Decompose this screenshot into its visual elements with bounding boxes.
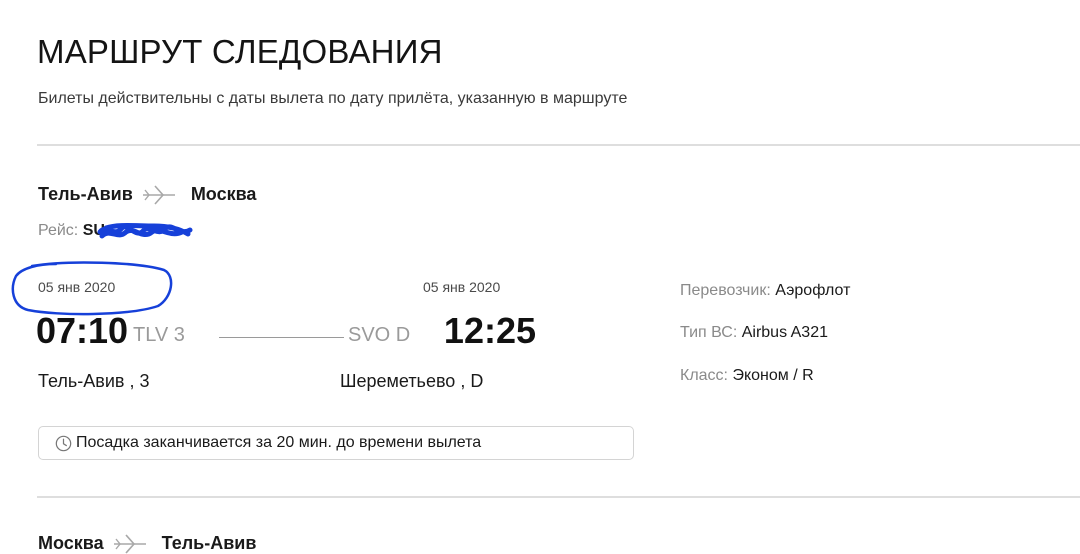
redaction-scribble — [97, 223, 193, 239]
page-subtitle: Билеты действительны с даты вылета по да… — [38, 90, 628, 107]
route-to-city: Москва — [190, 184, 257, 204]
flight-line — [219, 337, 344, 338]
departure-place: Тель-Авив , 3 — [38, 371, 150, 391]
boarding-notice-text: Посадка заканчивается за 20 мин. до врем… — [76, 434, 482, 451]
section-divider — [37, 144, 1080, 146]
aircraft-type-label: Тип ВС: — [680, 324, 738, 341]
flight-times: 07:10 TLV 3 SVO D 12:25 — [36, 310, 536, 358]
carrier-label: Перевозчик: — [680, 282, 771, 299]
boarding-notice: Посадка заканчивается за 20 мин. до врем… — [38, 426, 634, 460]
flight-label: Рейс: — [38, 222, 79, 239]
route-header: Тель-Авив Москва — [38, 184, 256, 205]
class-value: Эконом / R — [732, 367, 814, 384]
hand-drawn-circle-annotation — [11, 261, 173, 316]
clock-icon — [55, 435, 72, 451]
arrival-date: 05 янв 2020 — [423, 279, 501, 295]
carrier-info: Перевозчик: Аэрофлот — [680, 282, 850, 300]
flight-number-row: Рейс: SU — [38, 222, 105, 240]
page-title: МАРШРУТ СЛЕДОВАНИЯ — [37, 33, 443, 70]
class-label: Класс: — [680, 367, 728, 384]
aircraft-type-value: Airbus A321 — [741, 324, 828, 341]
departure-airport-code: TLV 3 — [133, 324, 185, 346]
arrival-time: 12:25 — [443, 310, 536, 351]
departure-time: 07:10 — [36, 310, 129, 351]
itinerary-page: МАРШРУТ СЛЕДОВАНИЯ Билеты действительны … — [0, 0, 1080, 554]
aircraft-type-info: Тип ВС: Airbus A321 — [680, 324, 828, 342]
class-info: Класс: Эконом / R — [680, 367, 814, 385]
arrival-airport-code: SVO D — [348, 324, 411, 346]
section-divider — [37, 496, 1080, 498]
airplane-icon — [142, 184, 175, 205]
carrier-value: Аэрофлот — [775, 282, 851, 299]
arrival-place: Шереметьево , D — [340, 371, 484, 391]
route-from-city: Тель-Авив — [38, 184, 133, 204]
